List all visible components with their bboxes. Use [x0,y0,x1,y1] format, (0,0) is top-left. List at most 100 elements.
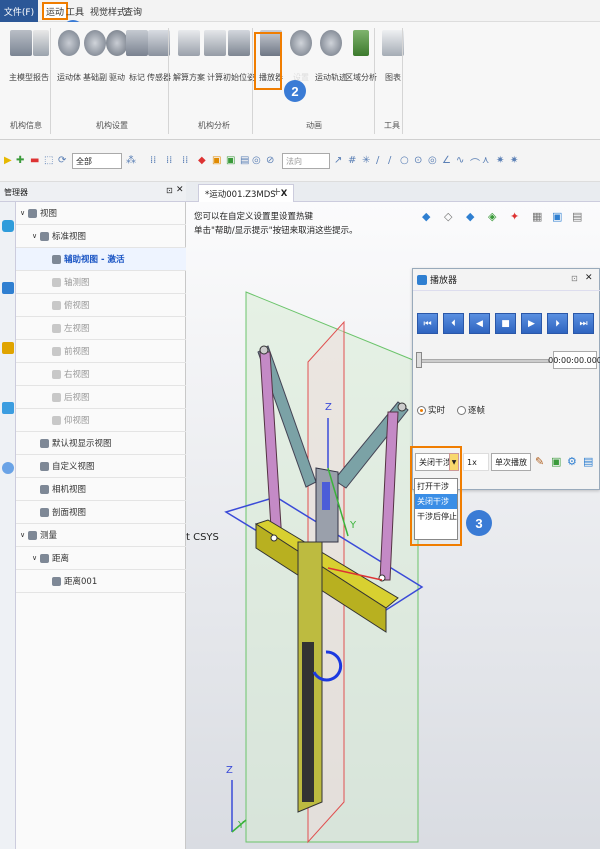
plus-icon[interactable]: ✚ [16,155,24,166]
circle-icon[interactable]: ○ [400,155,409,166]
skip-to-start-button[interactable]: ⏮ [417,313,438,334]
manager-close-icon[interactable]: ✕ [176,185,184,195]
tab-close-icon[interactable]: X [281,189,288,199]
play-reverse-button[interactable]: ◀ [469,313,490,334]
gear-small2-icon[interactable]: ✷ [510,155,518,166]
snap-icon[interactable]: ⁂ [126,155,136,166]
tree-item[interactable]: 自定义视图 [16,455,186,478]
sensor-button[interactable]: 传感器 [144,30,174,110]
tree-item[interactable]: 仰视图 [16,409,186,432]
arc-icon[interactable]: ⌒ [470,155,480,170]
manager-pin-icon[interactable]: ⊡ [166,186,173,195]
refresh-icon[interactable]: ⟳ [58,155,66,166]
tree-item[interactable]: 前视图 [16,340,186,363]
skip-start-icon: ⏮ [423,318,432,329]
face-icon[interactable]: ◆ [198,155,206,166]
menu-visual-style[interactable]: 视觉样式 [90,0,126,22]
tree-node-icon [52,415,61,425]
select-icon[interactable]: ▶ [4,155,12,166]
step-back-button[interactable]: ⏴ [443,313,464,334]
tangent-icon[interactable]: ⋏ [482,155,489,166]
initial-pose-button[interactable]: 初始位姿 [223,30,255,110]
player-title-bar: 播放器 ⊡ ✕ [413,269,600,291]
tree-item[interactable]: 辅助视图 - 激活 [16,248,186,271]
grid-icon[interactable]: ⁞⁞ [166,155,172,166]
time-slider-track[interactable] [419,359,549,363]
line-icon[interactable]: / [376,155,379,166]
tree-item[interactable]: ∨ 标准视图 [16,225,186,248]
angle-icon[interactable]: ∠ [442,155,451,166]
dropdown-option[interactable]: 干涉后停止 [415,509,457,524]
line2-icon[interactable]: / [388,155,391,166]
normal-select[interactable]: 法向 [282,153,330,169]
tree-item[interactable]: 默认视显示视图 [16,432,186,455]
tree-expander-icon[interactable]: ∨ [20,209,28,217]
history-icon[interactable] [2,220,14,232]
motion-trajectory-button[interactable]: 运动轨迹 [315,30,347,110]
assembly-icon[interactable]: ▤ [240,155,249,166]
tree-item[interactable]: ∨ 视图 [16,202,186,225]
skip-to-end-button[interactable]: ⏭ [573,313,594,334]
minus-icon[interactable]: ▬ [30,155,39,166]
time-display[interactable]: 00:00:00.000 [548,351,600,369]
report-button[interactable]: 报告 [26,30,56,110]
point-icon[interactable]: ⁞⁞ [150,155,156,166]
shape-icon[interactable]: ▣ [212,155,221,166]
filter-select[interactable]: 全部 [72,153,122,169]
star-icon[interactable]: ✳ [362,155,370,166]
wave-icon[interactable]: ∿ [456,155,464,166]
video-icon[interactable]: ▤ [583,455,593,468]
datum-icon[interactable]: ⊘ [266,155,274,166]
menu-motion[interactable]: 运动 [42,2,69,20]
tree-item[interactable]: 轴测图 [16,271,186,294]
tree-item[interactable]: 距离001 [16,570,186,593]
time-slider-thumb[interactable] [416,352,422,368]
dropdown-option[interactable]: 打开干涉 [415,479,457,494]
pencil-icon[interactable]: ✎ [535,455,544,468]
user-icon[interactable] [2,462,14,474]
arrow-icon[interactable]: ↗ [334,155,342,166]
group-label-tools: 工具 [384,121,400,130]
radio-frame[interactable]: 逐帧 [457,404,485,416]
menu-query[interactable]: 查询 [124,0,142,22]
gear-small-icon[interactable]: ✷ [496,155,504,166]
filter-icon[interactable]: ⬚ [44,155,53,166]
tree-item[interactable]: 相机视图 [16,478,186,501]
menu-tools[interactable]: 工具 [66,0,84,22]
assembly-tree-icon[interactable] [2,282,14,294]
view-manager-icon[interactable] [2,342,14,354]
tree-item[interactable]: 后视图 [16,386,186,409]
record-icon[interactable]: ▣ [551,455,561,468]
player-close-icon[interactable]: ✕ [585,273,593,283]
tree-item[interactable]: ∨ 测量 [16,524,186,547]
tree-item[interactable]: ∨ 距离 [16,547,186,570]
body-icon[interactable]: ▣ [226,155,235,166]
player-pin-icon[interactable]: ⊡ [571,274,578,283]
circle3-icon[interactable]: ◎ [428,155,437,166]
stop-button[interactable]: ■ [495,313,516,334]
add-tab-icon[interactable]: + [272,185,281,198]
radio-realtime[interactable]: 实时 [417,404,445,416]
tree-item[interactable]: 剖面视图 [16,501,186,524]
dropdown-option[interactable]: 关闭干涉 [415,494,457,509]
export-icon[interactable]: ⚙ [567,455,577,468]
speed-select[interactable]: 1x [463,453,489,471]
sketch-icon[interactable]: ◎ [252,155,261,166]
render-icon[interactable] [2,402,14,414]
tree-item[interactable]: 俯视图 [16,294,186,317]
chart-button[interactable]: 图表 [378,30,408,110]
tree-node-icon [40,484,49,494]
tree-item[interactable]: 左视图 [16,317,186,340]
play-mode-select[interactable]: 单次播放 [491,453,531,471]
tree-expander-icon[interactable]: ∨ [20,531,28,539]
circle2-icon[interactable]: ⊙ [414,155,422,166]
region-analysis-button[interactable]: 区域分析 [345,30,377,110]
step-forward-button[interactable]: ⏵ [547,313,568,334]
hatch-icon[interactable]: # [348,155,356,166]
edge-icon[interactable]: ⁞⁞ [182,155,188,166]
play-button[interactable]: ▶ [521,313,542,334]
tree-item[interactable]: 右视图 [16,363,186,386]
menu-file[interactable]: 文件(F) [0,0,38,22]
tree-expander-icon[interactable]: ∨ [32,232,40,240]
tree-expander-icon[interactable]: ∨ [32,554,40,562]
